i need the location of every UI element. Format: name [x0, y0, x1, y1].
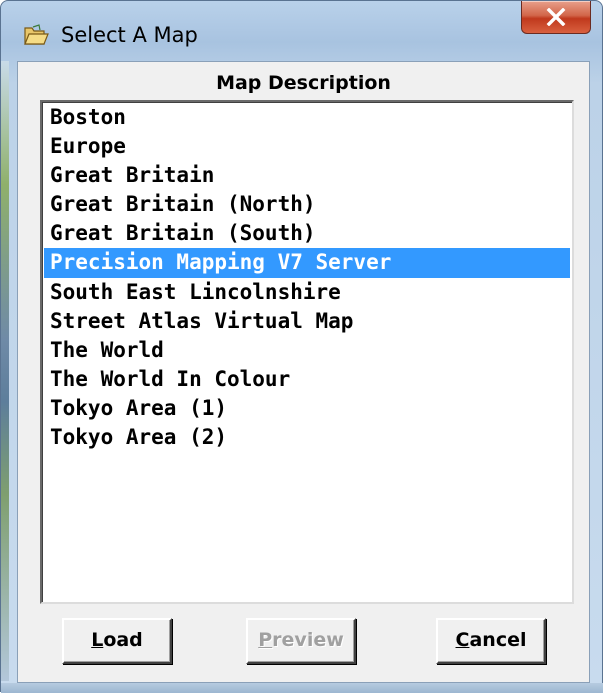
list-item[interactable]: Tokyo Area (1)	[44, 394, 570, 423]
close-icon	[546, 8, 566, 26]
preview-button[interactable]: Preview	[246, 618, 356, 664]
cancel-accel: C	[455, 629, 470, 651]
list-item[interactable]: Great Britain (South)	[44, 219, 570, 248]
cancel-label: ancel	[469, 629, 527, 651]
title-bar[interactable]: Select A Map	[1, 1, 603, 61]
dialog-client-area: Map Description Boston Europe Great Britai…	[17, 61, 590, 683]
close-button[interactable]	[521, 1, 591, 34]
list-column-header: Map Description	[216, 72, 391, 94]
list-item[interactable]: Street Atlas Virtual Map	[44, 307, 570, 336]
load-label: oad	[103, 629, 143, 651]
load-accel: L	[91, 629, 104, 651]
preview-label: review	[272, 629, 344, 651]
cancel-button[interactable]: Cancel	[436, 618, 546, 664]
map-list: Boston Europe Great Britain Great Britain (…	[44, 103, 570, 452]
window-title: Select A Map	[61, 23, 198, 47]
list-item[interactable]: Tokyo Area (2)	[44, 423, 570, 452]
list-item[interactable]: Great Britain (North)	[44, 190, 570, 219]
select-map-dialog: Select A Map Map Description Boston Europ…	[0, 0, 603, 693]
preview-accel: P	[258, 629, 273, 651]
desktop-background-strip	[1, 61, 9, 681]
list-item[interactable]: Great Britain	[44, 161, 570, 190]
list-item[interactable]: Europe	[44, 132, 570, 161]
list-item[interactable]: South East Lincolnshire	[44, 278, 570, 307]
list-item[interactable]: The World In Colour	[44, 365, 570, 394]
list-item[interactable]: Boston	[44, 103, 570, 132]
load-button[interactable]: Load	[62, 618, 172, 664]
folder-open-icon	[23, 23, 49, 47]
list-item[interactable]: The World	[44, 336, 570, 365]
map-listbox[interactable]: Boston Europe Great Britain Great Britain (…	[40, 100, 574, 604]
list-item[interactable]: Precision Mapping V7 Server	[44, 248, 570, 278]
